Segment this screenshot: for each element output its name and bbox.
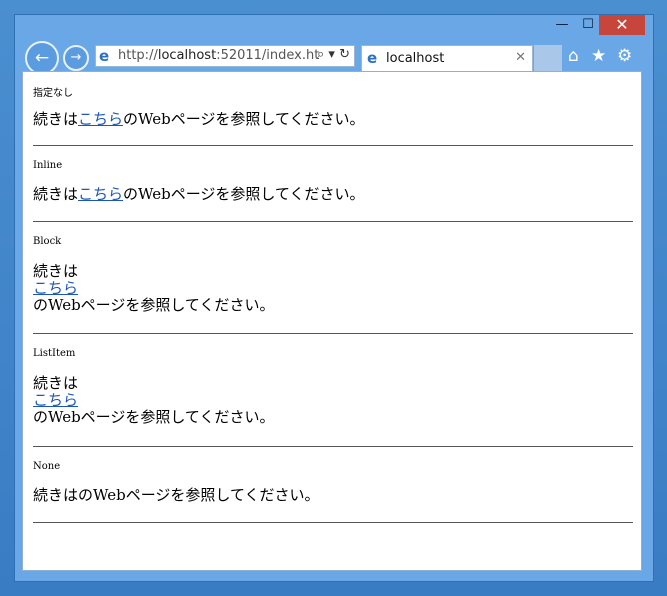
tab-title: localhost bbox=[386, 51, 445, 66]
section-label: Inline bbox=[33, 160, 63, 171]
tab-localhost[interactable]: e localhost ✕ bbox=[361, 45, 533, 71]
tab-close-icon[interactable]: ✕ bbox=[515, 50, 526, 65]
maximize-button[interactable]: ☐ bbox=[576, 15, 600, 35]
section-label: 指定なし bbox=[33, 88, 73, 99]
address-url: http://localhost:52011/index.ht bbox=[118, 48, 320, 63]
continue-link[interactable]: こちら bbox=[33, 279, 78, 297]
divider bbox=[33, 221, 633, 222]
new-tab-button[interactable] bbox=[534, 45, 562, 71]
divider bbox=[33, 145, 633, 146]
section-paragraph: 続きは こちら のWebページを参照してください。 bbox=[33, 262, 275, 314]
navigation-bar: ← → e http://localhost:52011/index.ht ⌕ … bbox=[15, 41, 653, 75]
browser-window: — ☐ ✕ ← → e http://localhost:52011/index… bbox=[14, 14, 654, 582]
page-content: 指定なし 続きはこちらのWebページを参照してください。 Inline 続きはこ… bbox=[22, 71, 642, 571]
section-paragraph: 続きはこちらのWebページを参照してください。 bbox=[33, 110, 365, 128]
forward-button[interactable]: → bbox=[63, 45, 89, 71]
section-label: None bbox=[33, 461, 61, 472]
section-paragraph: 続きはのWebページを参照してください。 bbox=[33, 486, 320, 504]
search-icon[interactable]: ⌕ ▾ bbox=[317, 47, 335, 62]
address-bar[interactable]: e http://localhost:52011/index.ht ⌕ ▾ ↻ bbox=[95, 45, 355, 67]
continue-link[interactable]: こちら bbox=[78, 185, 123, 203]
favorites-star-icon[interactable]: ★ bbox=[591, 46, 606, 66]
section-paragraph: 続きはこちらのWebページを参照してください。 bbox=[33, 185, 365, 203]
address-tools: ⌕ ▾ ↻ bbox=[317, 47, 350, 62]
section-paragraph: 続きは こちら のWebページを参照してください。 bbox=[33, 374, 275, 426]
refresh-icon[interactable]: ↻ bbox=[339, 47, 350, 62]
close-button[interactable]: ✕ bbox=[599, 15, 645, 35]
ie-logo-icon: e bbox=[367, 49, 378, 67]
divider bbox=[33, 446, 633, 447]
divider bbox=[33, 522, 633, 523]
section-label: Block bbox=[33, 236, 62, 247]
ie-logo-icon: e bbox=[99, 47, 110, 65]
minimize-button[interactable]: — bbox=[550, 15, 574, 35]
tools-gear-icon[interactable]: ⚙ bbox=[617, 46, 632, 66]
continue-link[interactable]: こちら bbox=[33, 391, 78, 409]
divider bbox=[33, 333, 633, 334]
home-icon[interactable]: ⌂ bbox=[568, 46, 579, 66]
section-label: ListItem bbox=[33, 348, 76, 359]
continue-link[interactable]: こちら bbox=[78, 110, 123, 128]
back-button[interactable]: ← bbox=[25, 41, 59, 75]
